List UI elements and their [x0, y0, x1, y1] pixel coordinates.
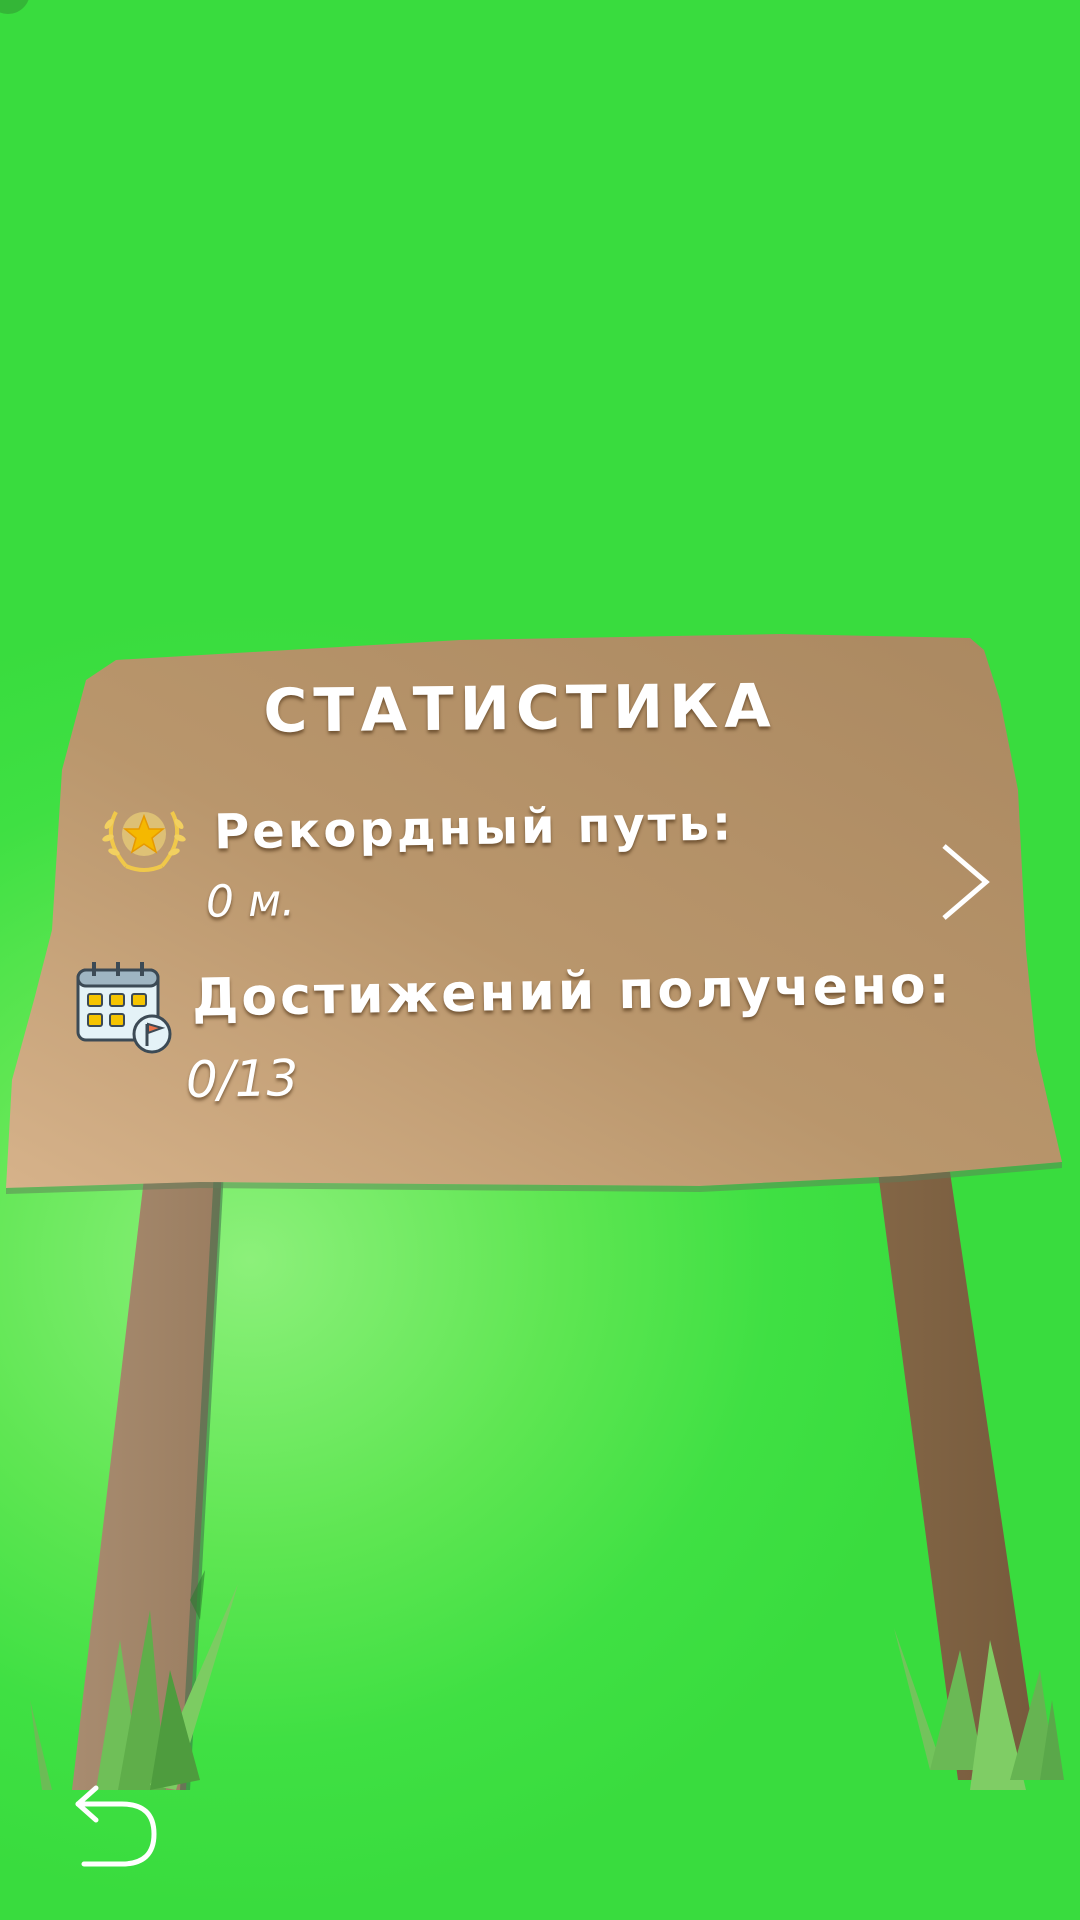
sign-title: СТАТИСТИКА	[263, 671, 777, 747]
chevron-right-icon	[942, 844, 990, 920]
record-distance-label: Рекордный путь:	[213, 795, 735, 861]
achievements-value: 0/13	[185, 1049, 299, 1109]
corner-shadow	[0, 0, 29, 14]
calendar-flag-icon	[76, 962, 172, 1054]
undo-arrow-icon	[75, 1785, 157, 1867]
record-distance-value: 0 м.	[205, 875, 296, 928]
back-button[interactable]	[70, 1780, 162, 1872]
laurel-star-icon	[102, 811, 186, 872]
next-page-button[interactable]	[930, 840, 1000, 920]
